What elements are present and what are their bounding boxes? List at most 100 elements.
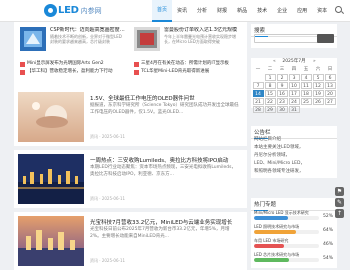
calendar-day[interactable]: 14 (252, 90, 264, 97)
article-title[interactable]: 光宝科技7月营收33.2亿元，MiniLED与云端业务实现增长 (90, 218, 232, 226)
progress-fill (254, 258, 290, 262)
calendar-day[interactable]: 24 (288, 98, 300, 105)
nav-item[interactable]: 新品 (232, 0, 252, 22)
calendar-week: 21 22 23 24 25 26 27 (252, 98, 337, 106)
top-item-title: 雷曼股份订单收入达1.3亿元规模 (164, 27, 237, 33)
nav-item[interactable]: 应用 (292, 0, 312, 22)
calendar-day[interactable]: 31 (288, 106, 300, 113)
progress-value: 54% (323, 256, 334, 261)
article-excerpt: 本期LED行业动态聚焦：资本市场热点频现，三安光电拟收购Lumileds，奥拉比… (90, 165, 236, 177)
search-widget: 搜索 (251, 24, 337, 48)
nav-item[interactable]: 资讯 (172, 0, 192, 22)
calendar-day[interactable]: 7 (252, 82, 264, 89)
article-card[interactable]: 光宝科技7月营收33.2亿元，MiniLED与云端业务实现增长 光宝科技日前公布… (14, 212, 247, 270)
article-meta: 资讯 · 2025-06-11 (90, 134, 126, 139)
calendar-day[interactable]: 6 (324, 74, 336, 81)
calendar-week: 14 15 16 17 18 19 20 (252, 90, 337, 98)
top-item-excerpt: 今年上半年雷曼光电预计营收实现稳步增长，在Micro LED方面取得突破 (164, 34, 236, 44)
calendar-day[interactable]: 11 (300, 82, 312, 89)
prev-month-icon[interactable]: « (273, 58, 276, 66)
calendar-day[interactable]: 16 (276, 90, 288, 97)
calendar-day[interactable]: 13 (324, 82, 336, 89)
calendar-day[interactable]: 9 (276, 82, 288, 89)
progress-bar (254, 258, 319, 262)
progress-bar (254, 216, 319, 220)
next-month-icon[interactable]: » (313, 58, 316, 66)
article-title[interactable]: 1.5V、全球最低工作电压的OLED器件问世 (90, 94, 195, 102)
logo-mark-icon (44, 4, 57, 17)
article-card[interactable]: 1.5V、全球最低工作电压的OLED器件问世 据报道，东京科学研究所（Scien… (14, 88, 247, 146)
calendar-day[interactable]: 2 (276, 74, 288, 81)
search-icon[interactable] (335, 6, 342, 13)
calendar-day[interactable]: 18 (300, 90, 312, 97)
comment-icon[interactable]: ✎ (335, 198, 344, 207)
calendar-day (325, 106, 336, 113)
left-headline-list: Mini显示屏发布为光明国际Arts Gen2 【华工科】营收稳定增长，盈利能力… (20, 60, 125, 76)
progress-value: 64% (323, 228, 334, 233)
calendar-day[interactable]: 3 (288, 74, 300, 81)
top-item[interactable]: 雷曼股份订单收入达1.3亿元规模 今年上半年雷曼光电预计营收实现稳步增长，在Mic… (134, 24, 239, 54)
article-meta: 资讯 · 2025-06-11 (90, 196, 126, 201)
right-headline-list: 三星4月在有关在动态：所需计划的IT显示板 TCL华星Mini-LED背光取得新… (134, 60, 239, 76)
calendar-day[interactable]: 22 (264, 98, 276, 105)
progress-bar (254, 244, 319, 248)
calendar-day[interactable]: 23 (276, 98, 288, 105)
nav-item-home[interactable]: 首页 (152, 0, 173, 22)
calendar-day[interactable]: 30 (276, 106, 288, 113)
calendar-day[interactable]: 5 (312, 74, 324, 81)
calendar-day[interactable]: 27 (324, 98, 336, 105)
calendar-day[interactable]: 17 (288, 90, 300, 97)
calendar-day[interactable]: 21 (252, 98, 264, 105)
calendar-day[interactable]: 1 (264, 74, 276, 81)
calendar-day[interactable]: 20 (324, 90, 336, 97)
bullet-icon (20, 69, 25, 75)
progress-fill (254, 230, 296, 234)
list-item[interactable]: Mini显示屏发布为光明国际Arts Gen2 (20, 60, 125, 68)
article-excerpt: 光宝科技日前公布2025年7月营收为新台币33.2亿元，年增5%，月增2%。主要… (90, 227, 230, 239)
calendar-day[interactable]: 12 (312, 82, 324, 89)
calendar-day[interactable]: 15 (264, 90, 276, 97)
nav-item[interactable]: 资本 (312, 0, 332, 22)
calendar-day[interactable]: 28 (252, 106, 264, 113)
calendar-week: 123456 (252, 74, 337, 82)
progress-value: 52% (323, 214, 334, 219)
top-item-thumbnail (20, 27, 46, 51)
share-icon[interactable]: ⚑ (335, 187, 344, 196)
nav-item[interactable]: 企业 (272, 0, 292, 22)
nav-item[interactable]: 财报 (212, 0, 232, 22)
article-excerpt: 据报道，东京科学研究所（Science Tokyo）研究团队成功开发出全球最低工… (90, 103, 239, 115)
top-item-title: CSP新时代：迈向超高宽画密度的应光 (50, 27, 125, 33)
calendar-day[interactable]: 4 (300, 74, 312, 81)
article-card[interactable]: 一周热点：三安收购Lumileds、奥拉比方科技将IPO启动 本期LED行业动态… (14, 150, 247, 208)
back-to-top-icon[interactable]: ↑ (335, 209, 344, 218)
calendar-day[interactable]: 10 (288, 82, 300, 89)
calendar-grid: 1 2 3 4 5 6 7 8 9 10 11 12 13 14 15 16 17 18 19 20 21 22 23 24 2… (251, 74, 337, 114)
article-thumbnail (18, 154, 84, 204)
calendar-day[interactable]: 8 (264, 82, 276, 89)
calendar-day[interactable]: 29 (264, 106, 276, 113)
search-button[interactable] (317, 34, 334, 43)
bullet-icon (134, 61, 139, 67)
calendar-day[interactable]: 19 (312, 90, 324, 97)
site-header: LED 内参网 首页 资讯 分析 财报 新品 技术 企业 应用 资本 (0, 0, 350, 22)
nav-item[interactable]: 分析 (192, 0, 212, 22)
top-item[interactable]: CSP新时代：迈向超高宽画密度的应光随着技术不断的创新，业界对于微型LED封装的… (20, 24, 125, 54)
nav-item[interactable]: 技术 (252, 0, 272, 22)
article-meta: 资讯 · 2025-06-11 (90, 258, 126, 263)
list-item[interactable]: TCL华星Mini-LED背光取得新进展 (134, 68, 239, 76)
calendar-day[interactable]: 25 (300, 98, 312, 105)
article-title[interactable]: 一周热点：三安收购Lumileds、奥拉比方科技将IPO启动 (90, 156, 228, 164)
calendar-month: 2025年7月 (282, 59, 306, 64)
progress-widget: 热门专题 Mini/Micro LED 显示技术研究 52% LED 照明技术研究与… (251, 198, 337, 268)
list-item[interactable]: 三星4月在有关在动态：所需计划的IT显示板 (134, 60, 239, 68)
calendar-day (253, 74, 264, 81)
announcement-text: 网站栏目介绍 本站主要关注LED领域， 丹尼尔分析领域， LED、Mini/Mi… (254, 137, 305, 174)
calendar-day[interactable]: 26 (312, 98, 324, 105)
calendar-day (313, 106, 324, 113)
top-item-excerpt: 随着技术不断的创新，业界对于微型LED封装的要求越来越高，芯片级封装 (50, 34, 122, 44)
calendar-week: 7 8 9 10 11 12 13 (252, 82, 337, 90)
list-item[interactable]: 【华工科】营收稳定增长，盈利能力下行动 (20, 68, 125, 76)
calendar-day (301, 106, 312, 113)
site-logo[interactable]: LED 内参网 (44, 3, 102, 18)
bullet-icon (20, 61, 25, 67)
